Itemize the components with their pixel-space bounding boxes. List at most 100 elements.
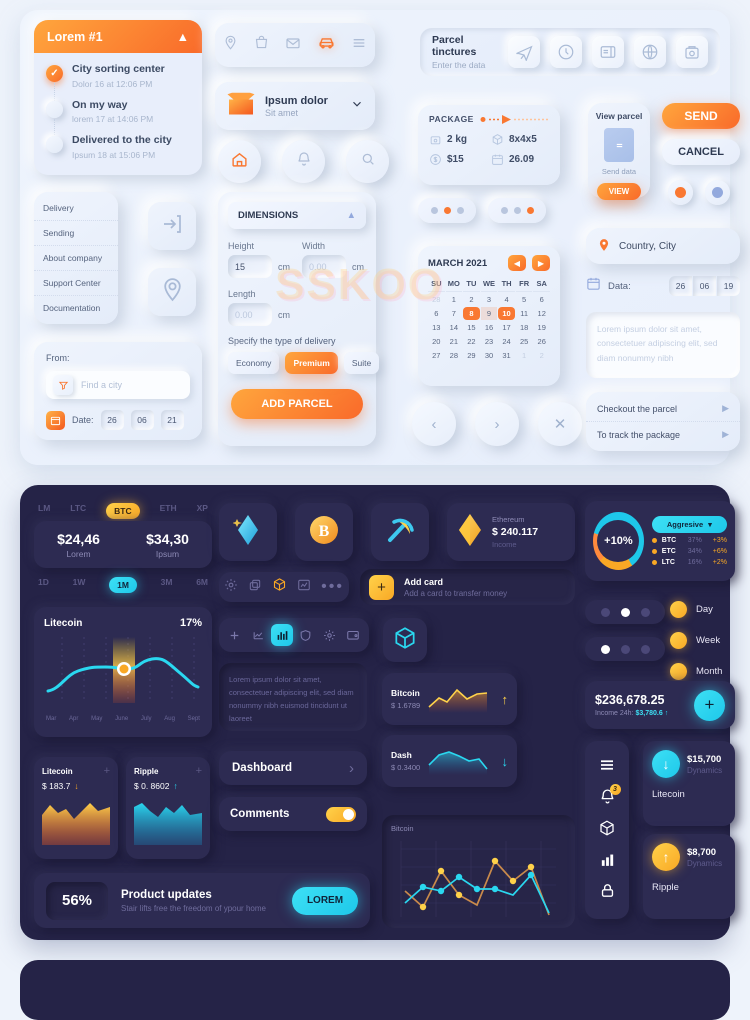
calendar-day[interactable]: 28 (446, 349, 463, 362)
calendar-day[interactable]: 2 (533, 349, 550, 362)
menu-item-delivery[interactable]: Delivery (34, 196, 118, 221)
type-premium[interactable]: Premium (285, 352, 338, 374)
diamond-icon-tile[interactable] (219, 503, 277, 561)
login-button[interactable] (148, 202, 196, 250)
calendar-day[interactable]: 7 (446, 307, 463, 320)
menu-icon[interactable] (351, 35, 367, 56)
date-month[interactable]: 06 (130, 410, 154, 430)
chart-icon[interactable] (297, 578, 311, 597)
page-dot-active[interactable] (620, 607, 630, 617)
calendar-day[interactable]: 6 (428, 307, 445, 320)
calendar-day[interactable]: 21 (446, 335, 463, 348)
chevron-up-icon[interactable]: ▲ (347, 210, 356, 221)
tab-xp[interactable]: XP (197, 503, 208, 519)
page-dot[interactable] (600, 607, 610, 617)
chevron-up-icon[interactable]: ▲ (177, 30, 189, 44)
calendar-day[interactable]: 29 (463, 349, 480, 362)
mail-icon[interactable] (285, 35, 301, 56)
bag-icon[interactable] (254, 35, 269, 55)
plus-icon[interactable]: + (196, 765, 202, 777)
type-economy[interactable]: Economy (228, 352, 280, 374)
send-button[interactable]: SEND (662, 103, 740, 129)
add-parcel-button[interactable]: ADD PARCEL (231, 389, 363, 419)
search-button[interactable] (346, 140, 389, 183)
page-dot[interactable] (640, 644, 650, 654)
tf-6m[interactable]: 6M (196, 577, 208, 593)
cube-icon-tile[interactable] (383, 618, 427, 662)
calendar-day[interactable]: 11 (516, 307, 533, 320)
calendar-day[interactable]: 15 (463, 321, 480, 334)
cancel-button[interactable]: CANCEL (662, 139, 740, 165)
tab-lm[interactable]: LM (38, 503, 50, 519)
chevron-down-icon[interactable] (350, 97, 364, 116)
tab-ltc[interactable]: LTC (70, 503, 86, 519)
card-icon[interactable] (592, 36, 624, 68)
scale-icon[interactable] (676, 36, 708, 68)
pagination-pill-1[interactable] (585, 600, 665, 624)
calendar-day[interactable]: 24 (498, 335, 515, 348)
period-month[interactable]: Month (670, 663, 722, 680)
gear-icon[interactable] (224, 578, 238, 597)
bitcoin-icon-tile[interactable]: B (295, 503, 353, 561)
prev-button[interactable]: ‹ (412, 402, 456, 446)
strategy-dropdown[interactable]: Aggresive ▾ (651, 516, 727, 533)
chart-line-icon[interactable] (247, 624, 269, 646)
calendar-day[interactable]: 12 (533, 307, 550, 320)
menu-item-sending[interactable]: Sending (34, 221, 118, 246)
date-year[interactable]: 21 (160, 410, 184, 430)
height-input[interactable]: 15 (228, 255, 272, 278)
menu-item-support[interactable]: Support Center (34, 271, 118, 296)
calendar-day[interactable]: 30 (481, 349, 498, 362)
calendar-day[interactable]: 13 (428, 321, 445, 334)
menu-icon[interactable] (598, 756, 616, 779)
tf-1d[interactable]: 1D (38, 577, 49, 593)
dot[interactable] (456, 207, 464, 214)
dot-active[interactable] (443, 207, 451, 214)
pickaxe-icon-tile[interactable] (371, 503, 429, 561)
width-input[interactable]: 0.00 (302, 255, 346, 278)
pagination-dots-1[interactable] (418, 198, 476, 223)
add-balance-button[interactable]: + (694, 689, 725, 721)
tab-btc[interactable]: BTC (106, 503, 140, 519)
calendar-icon[interactable] (46, 410, 65, 430)
hexagon-icon[interactable] (598, 819, 616, 842)
dimensions-header[interactable]: DIMENSIONS ▲ (228, 202, 366, 229)
tab-eth[interactable]: ETH (160, 503, 177, 519)
calendar-next-button[interactable]: ▶ (532, 255, 550, 271)
dot-active[interactable] (526, 207, 534, 214)
date-day[interactable]: 26 (100, 410, 124, 430)
dashboard-button[interactable]: Dashboard › (219, 751, 367, 785)
data-year[interactable]: 19 (717, 276, 740, 296)
calendar-day[interactable]: 23 (481, 335, 498, 348)
shield-icon[interactable] (295, 624, 317, 646)
lorem-button[interactable]: LOREM (292, 886, 358, 915)
calendar-day[interactable]: 3 (481, 293, 498, 306)
pagination-dots-2[interactable] (488, 198, 546, 223)
parcel-select-card[interactable]: Ipsum dolor Sit amet (215, 82, 375, 130)
period-week[interactable]: Week (670, 632, 720, 649)
lock-icon[interactable] (599, 882, 616, 904)
calendar-day[interactable]: 9 (480, 307, 498, 320)
page-dot[interactable] (640, 607, 650, 617)
calendar-day[interactable]: 6 (533, 293, 550, 306)
gear-icon[interactable] (318, 624, 340, 646)
link-track-package[interactable]: To track the package ▶ (586, 422, 740, 447)
next-button[interactable]: › (475, 402, 519, 446)
plus-icon[interactable]: + (104, 765, 110, 777)
calendar-day[interactable]: 10 (498, 307, 515, 320)
calendar-day[interactable]: 31 (498, 349, 515, 362)
notifications-button[interactable] (282, 140, 325, 183)
comments-toggle[interactable] (326, 806, 356, 822)
clock-icon[interactable] (550, 36, 582, 68)
radio-blue[interactable] (705, 180, 730, 205)
calendar-day[interactable]: 1 (516, 349, 533, 362)
tf-3m[interactable]: 3M (161, 577, 173, 593)
menu-item-documentation[interactable]: Documentation (34, 296, 118, 320)
country-city-field[interactable]: Country, City (586, 228, 740, 264)
data-day[interactable]: 26 (669, 276, 692, 296)
radio-orange[interactable] (668, 180, 693, 205)
more-icon[interactable]: ••• (321, 578, 344, 596)
location-icon[interactable] (223, 35, 238, 55)
city-input[interactable]: Find a city (46, 371, 190, 399)
calendar-day[interactable]: 2 (463, 293, 480, 306)
